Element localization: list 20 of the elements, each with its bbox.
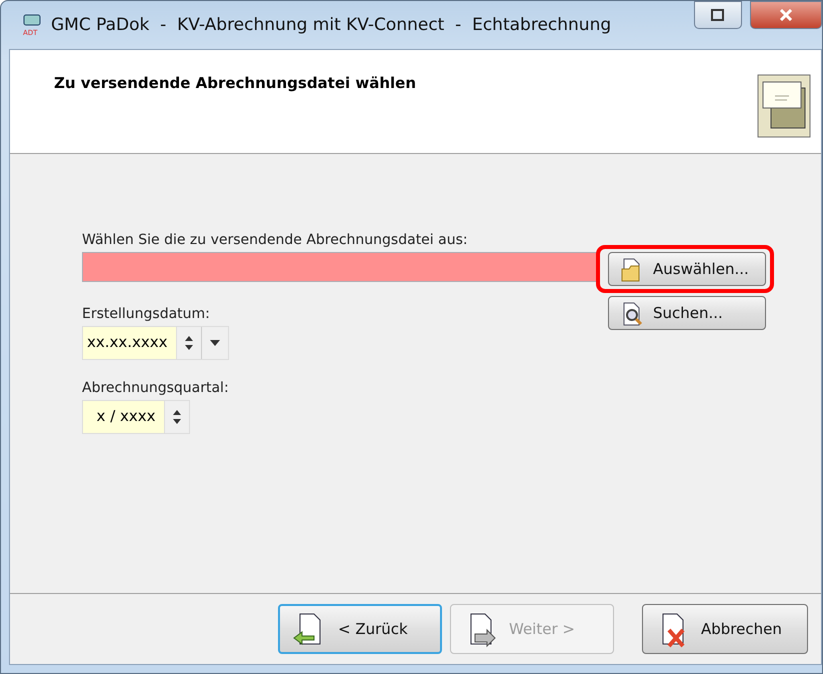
file-path-field[interactable] xyxy=(82,252,598,282)
side-button[interactable]: Auswählen... xyxy=(608,252,766,286)
wizard-button[interactable]: Abbrechen xyxy=(642,604,808,654)
side-button[interactable]: Suchen... xyxy=(608,296,766,330)
close-button[interactable] xyxy=(750,1,822,29)
spin-arrows-icon xyxy=(172,409,181,425)
dropdown-caret-icon xyxy=(210,340,220,346)
quarter-label: Abrechnungsquartal: xyxy=(82,380,230,396)
quarter-spinner[interactable]: x / xxxx xyxy=(82,400,190,434)
restore-icon xyxy=(711,9,725,21)
date-label: Erstellungsdatum: xyxy=(82,306,211,322)
envelope-icon xyxy=(757,74,811,138)
spin-arrows-icon xyxy=(184,335,193,351)
window-title: GMC PaDok - KV-Abrechnung mit KV-Connect - Echtabrechnung xyxy=(51,15,612,35)
page-heading: Zu versendende Abrechnungsdatei wählen xyxy=(54,74,416,94)
wizard-button[interactable]: < Zurück xyxy=(278,604,442,654)
file-label: Wählen Sie die zu versendende Abrechnungsdatei aus: xyxy=(82,232,469,248)
restore-button[interactable] xyxy=(694,1,742,29)
date-picker[interactable]: xx.xx.xxxx xyxy=(82,326,229,360)
close-icon xyxy=(779,9,793,21)
